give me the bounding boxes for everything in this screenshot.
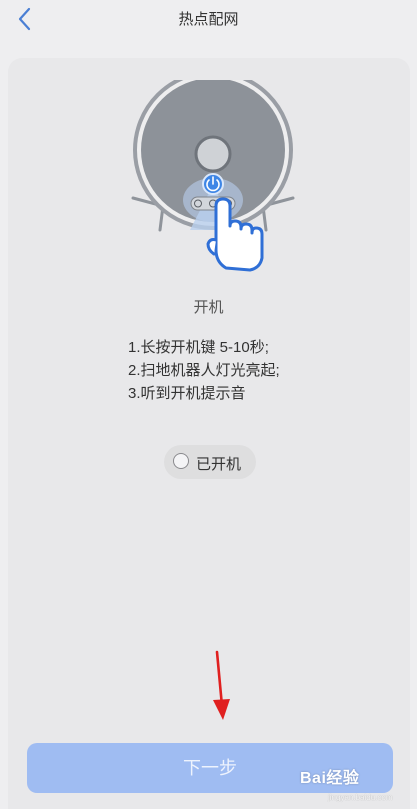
watermark-url: jingyan.baidu.com	[328, 793, 393, 802]
watermark-brand: Bai经验	[300, 770, 360, 787]
powered-on-toggle[interactable]: 已开机	[164, 445, 256, 479]
instruction-item: 1.长按开机键 5-10秒;	[128, 339, 269, 356]
instruction-item: 2.扫地机器人灯光亮起;	[128, 362, 280, 379]
step-title: 开机	[193, 299, 224, 316]
baidu-jingyan-watermark: Bai经验 jingyan.baidu.com	[300, 760, 417, 809]
top-bar: 热点配网	[0, 0, 417, 40]
robot-vacuum-illustration	[131, 80, 295, 272]
instruction-item: 3.听到开机提示音	[128, 385, 246, 402]
red-arrow-annotation	[213, 650, 230, 720]
powered-on-label: 已开机	[196, 456, 242, 473]
page-title: 热点配网	[178, 11, 239, 28]
radio-icon[interactable]	[173, 453, 189, 469]
instruction-list: 1.长按开机键 5-10秒; 2.扫地机器人灯光亮起; 3.听到开机提示音	[128, 336, 388, 405]
